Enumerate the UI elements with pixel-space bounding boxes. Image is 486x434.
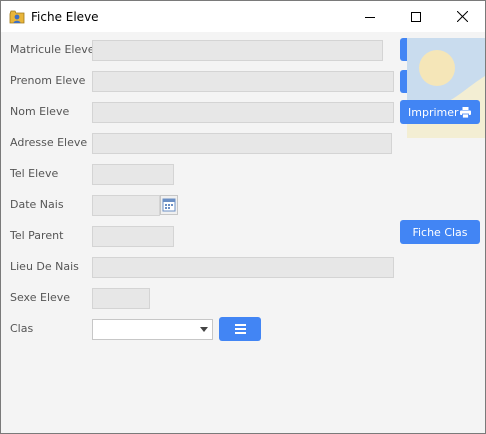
printer-icon: [460, 107, 471, 118]
tel-eleve-label: Tel Eleve: [10, 167, 59, 180]
lieu-de-nais-label: Lieu De Nais: [10, 260, 79, 273]
prenom-eleve-input[interactable]: [92, 71, 394, 92]
date-picker-button[interactable]: [160, 195, 178, 215]
menu-list-icon: [234, 324, 246, 334]
matricule-eleve-input[interactable]: [92, 40, 383, 61]
minimize-icon: [365, 16, 375, 18]
nom-eleve-input[interactable]: [92, 102, 394, 123]
sexe-eleve-input[interactable]: [92, 288, 150, 309]
lieu-de-nais-input[interactable]: [92, 257, 394, 278]
imprimer-button[interactable]: Imprimer: [400, 100, 480, 124]
adresse-eleve-label: Adresse Eleve: [10, 136, 88, 149]
tel-parent-input[interactable]: [92, 226, 174, 247]
maximize-button[interactable]: [393, 1, 439, 32]
close-button[interactable]: [439, 1, 485, 32]
clas-select[interactable]: [92, 319, 213, 340]
close-icon: [456, 11, 468, 22]
minimize-button[interactable]: [347, 1, 393, 32]
prenom-eleve-label: Prenom Eleve: [10, 74, 86, 87]
fiche-eleve-window: Fiche Eleve Matricule Eleve Prenom Eleve…: [0, 0, 486, 434]
fiche-clas-button[interactable]: Fiche Clas: [400, 220, 480, 244]
calendar-icon: [162, 198, 176, 212]
tel-parent-label: Tel Parent: [10, 229, 64, 242]
date-nais-label: Date Nais: [10, 198, 64, 211]
tel-eleve-input[interactable]: [92, 164, 174, 185]
fiche-clas-label: Fiche Clas: [412, 225, 468, 239]
imprimer-label: Imprimer: [408, 105, 459, 119]
date-nais-input[interactable]: [92, 195, 160, 216]
nom-eleve-label: Nom Eleve: [10, 105, 70, 118]
adresse-eleve-input[interactable]: [92, 133, 392, 154]
clas-list-button[interactable]: [219, 317, 261, 341]
title-bar[interactable]: Fiche Eleve: [1, 1, 485, 32]
sexe-eleve-label: Sexe Eleve: [10, 291, 71, 304]
chevron-down-icon: [200, 327, 208, 332]
clas-label: Clas: [10, 322, 34, 335]
maximize-icon: [411, 11, 421, 22]
window-title: Fiche Eleve: [31, 10, 99, 24]
matricule-eleve-label: Matricule Eleve: [10, 43, 95, 56]
folder-person-icon: [9, 10, 25, 24]
